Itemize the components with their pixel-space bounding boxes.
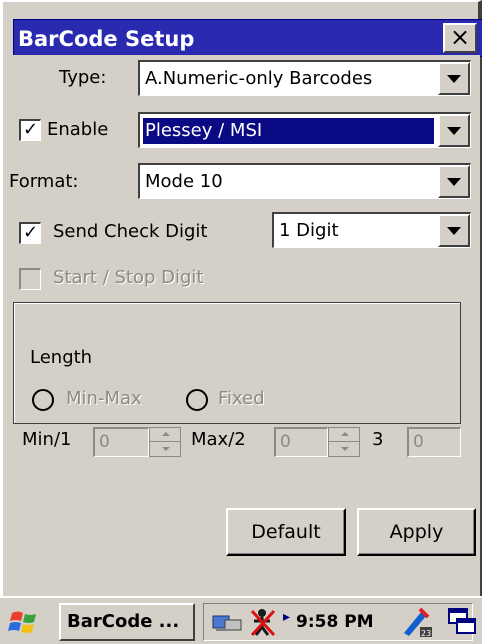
chevron-down-icon xyxy=(447,227,461,235)
max-spinner[interactable] xyxy=(328,427,360,457)
max-spin-down[interactable] xyxy=(329,442,359,456)
type-dropdown-arrow[interactable] xyxy=(438,62,470,95)
symbology-value: Plessey / MSI xyxy=(142,117,435,145)
close-icon: × xyxy=(449,23,471,51)
taskbar-barcode-button[interactable]: BarCode ... xyxy=(59,603,195,641)
start-stop-digit-checkbox[interactable] xyxy=(19,268,41,290)
max-label: Max/2 xyxy=(191,429,246,450)
start-stop-digit-label: Start / Stop Digit xyxy=(53,267,204,288)
min-max-label: Min-Max xyxy=(66,388,142,409)
check-digit-dropdown[interactable]: 1 Digit xyxy=(272,212,471,248)
enable-label: Enable xyxy=(47,119,109,140)
fixed-label: Fixed xyxy=(218,388,265,409)
format-label: Format: xyxy=(9,171,79,192)
third-input[interactable]: 0 xyxy=(407,427,461,457)
close-button[interactable]: × xyxy=(443,23,477,53)
format-value: Mode 10 xyxy=(145,171,223,192)
arrow-up-icon xyxy=(341,432,349,436)
window-title: BarCode Setup xyxy=(13,19,482,57)
taskbar: BarCode ... ▸ 9:58 PM 23 xyxy=(0,596,482,644)
max-spin-up[interactable] xyxy=(329,428,359,442)
format-dropdown-arrow[interactable] xyxy=(438,165,470,198)
fixed-radio[interactable] xyxy=(186,389,208,411)
arrow-down-icon xyxy=(341,447,349,451)
length-group-label: Length xyxy=(28,347,95,368)
check-digit-value: 1 Digit xyxy=(279,220,339,241)
min-input[interactable]: 0 xyxy=(93,427,149,457)
max-input[interactable]: 0 xyxy=(274,427,328,457)
send-check-digit-checkbox[interactable]: ✓ xyxy=(19,222,41,244)
third-label: 3 xyxy=(372,429,384,450)
windows-flag-icon xyxy=(8,611,36,633)
type-label: Type: xyxy=(59,67,107,88)
start-button[interactable] xyxy=(6,603,44,641)
input-panel-icon[interactable]: 23 xyxy=(400,605,434,639)
type-value: A.Numeric-only Barcodes xyxy=(145,68,373,89)
enable-checkbox[interactable]: ✓ xyxy=(19,119,41,141)
check-digit-dropdown-arrow[interactable] xyxy=(438,214,470,247)
clock[interactable]: 9:58 PM xyxy=(296,603,374,641)
network-icon[interactable] xyxy=(211,610,243,636)
min-spin-down[interactable] xyxy=(150,442,180,456)
send-check-digit-label: Send Check Digit xyxy=(53,221,208,242)
svg-text:23: 23 xyxy=(421,629,431,638)
arrow-down-icon xyxy=(162,447,170,451)
type-dropdown[interactable]: A.Numeric-only Barcodes xyxy=(138,60,471,96)
tray-expand-icon[interactable]: ▸ xyxy=(283,609,290,625)
default-button[interactable]: Default xyxy=(226,508,346,556)
min-spin-up[interactable] xyxy=(150,428,180,442)
chevron-down-icon xyxy=(447,178,461,186)
chevron-down-icon xyxy=(447,75,461,83)
symbology-dropdown[interactable]: Plessey / MSI xyxy=(138,112,471,148)
symbology-dropdown-arrow[interactable] xyxy=(438,114,470,147)
arrow-up-icon xyxy=(162,432,170,436)
chevron-down-icon xyxy=(447,127,461,135)
scanner-status-icon[interactable] xyxy=(248,607,280,639)
format-dropdown[interactable]: Mode 10 xyxy=(138,163,471,199)
desktop-windows-icon[interactable] xyxy=(447,607,477,637)
min-spinner[interactable] xyxy=(149,427,181,457)
min-label: Min/1 xyxy=(22,429,72,450)
apply-button[interactable]: Apply xyxy=(357,508,476,556)
min-max-radio[interactable] xyxy=(32,389,54,411)
